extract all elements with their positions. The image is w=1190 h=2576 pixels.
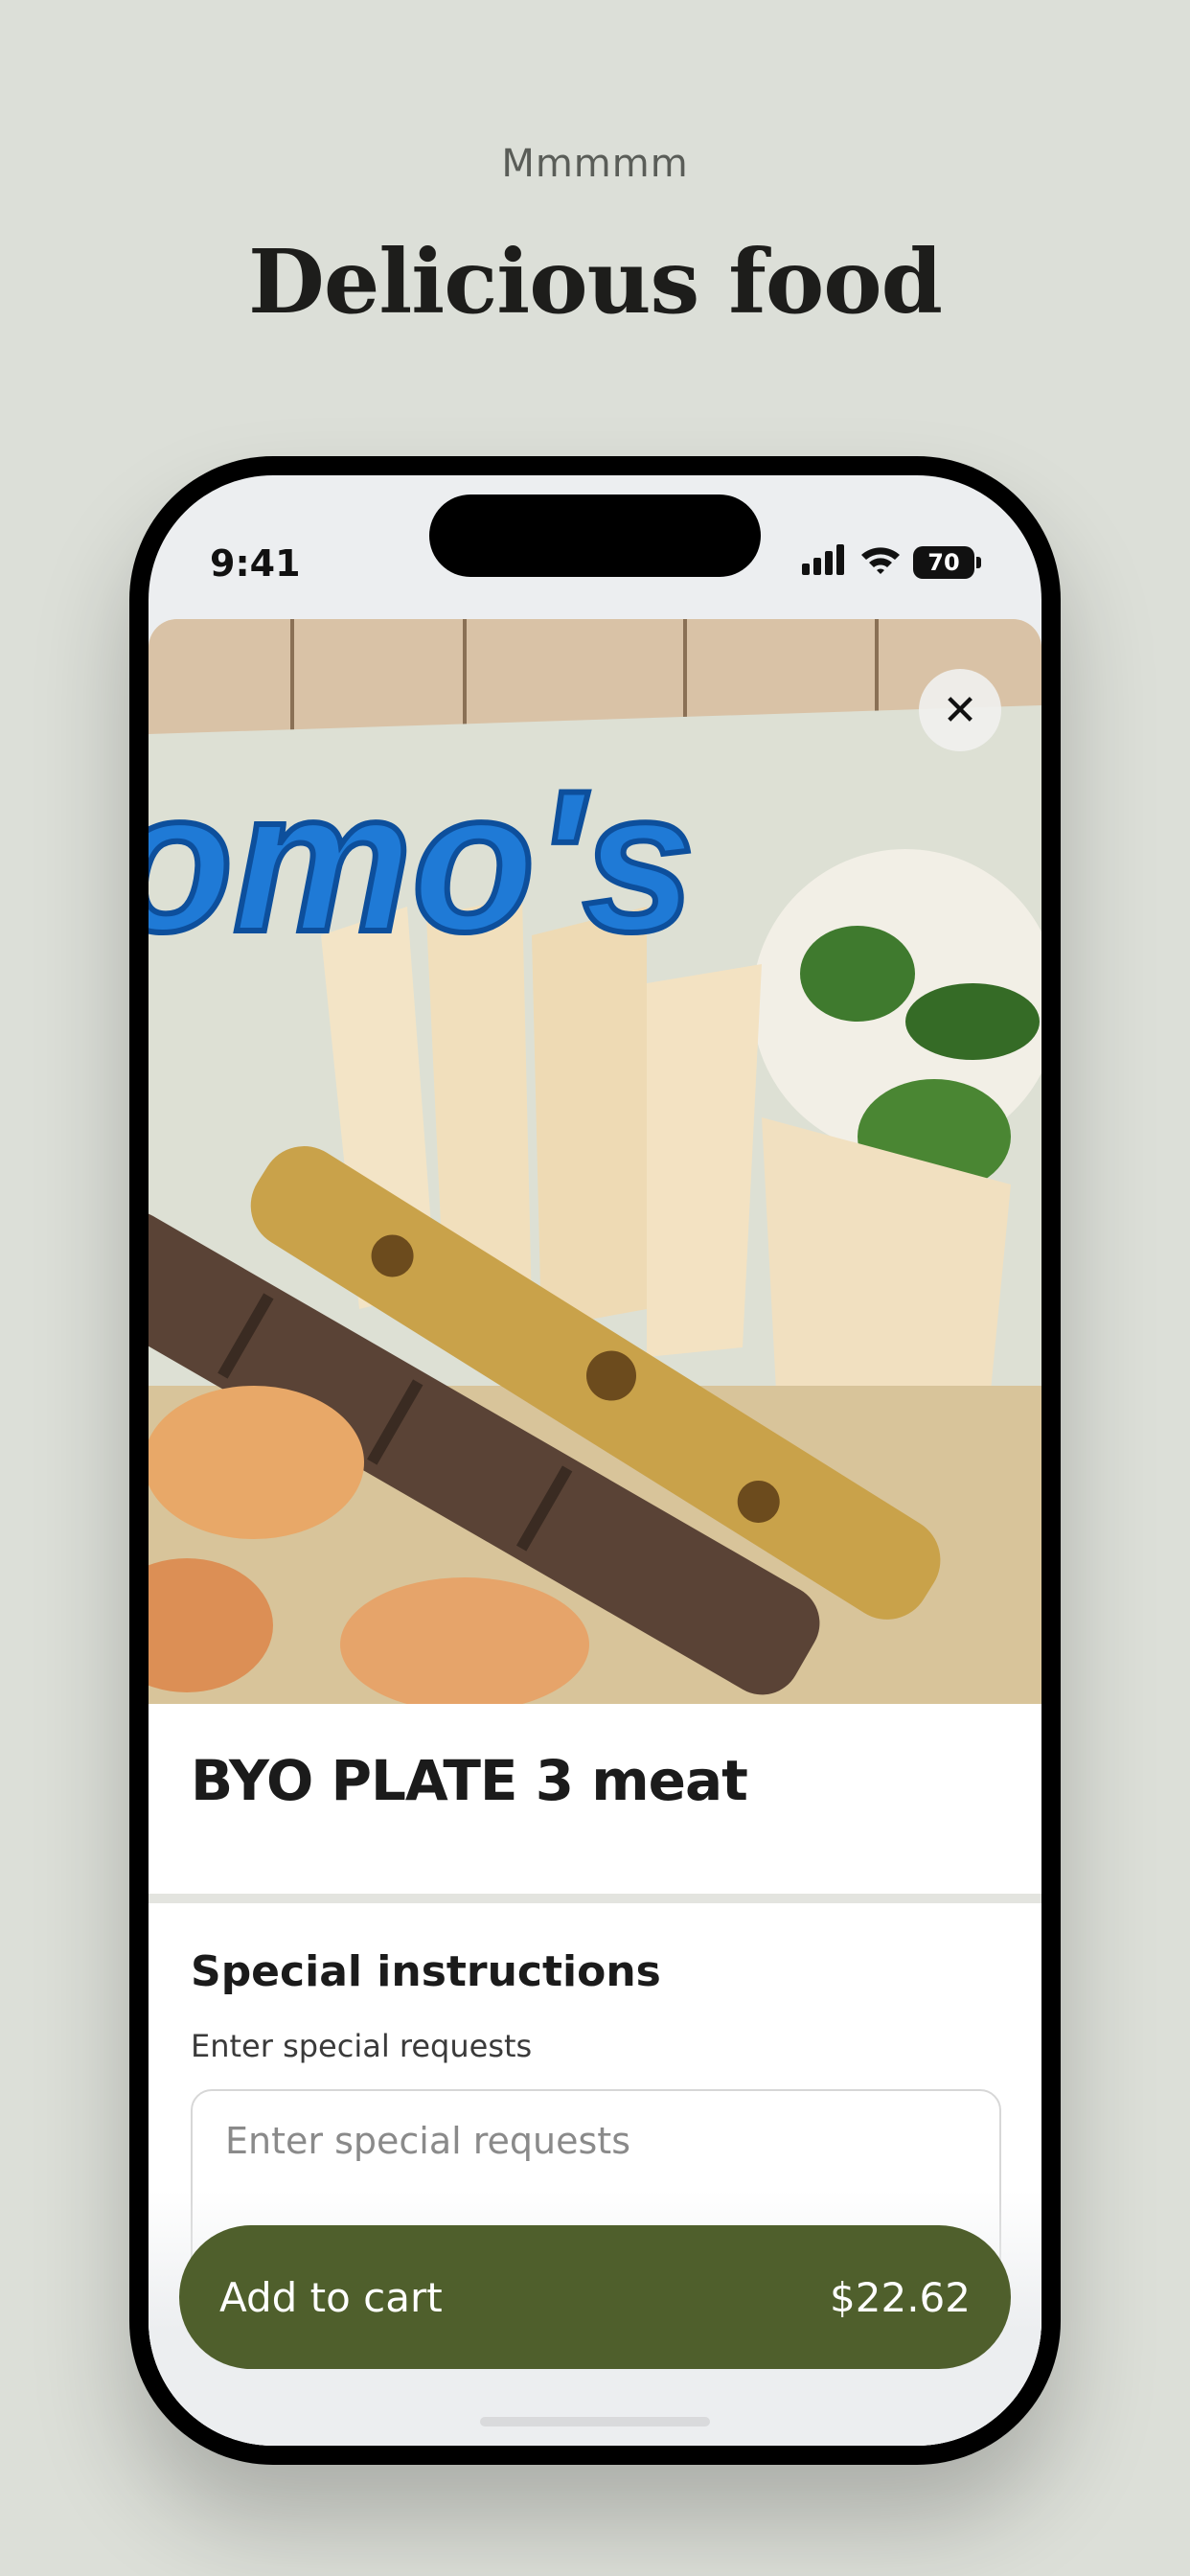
special-instructions-title: Special instructions: [191, 1947, 661, 1996]
item-title: BYO PLATE 3 meat: [191, 1748, 748, 1813]
marketing-eyebrow: Mmmmm: [501, 142, 689, 186]
add-to-cart-label: Add to cart: [219, 2273, 443, 2321]
hero-sign-text: omo's: [149, 748, 695, 974]
item-detail-sheet: omo's ✕ BYO PLATE 3 meat Special instruc…: [149, 619, 1041, 2446]
close-button[interactable]: ✕: [919, 669, 1001, 751]
cellular-signal-icon: [802, 544, 848, 580]
status-bar: 9:41 70: [149, 475, 1041, 619]
add-to-cart-button[interactable]: Add to cart $22.62: [179, 2225, 1011, 2369]
special-instructions-subtitle: Enter special requests: [191, 2028, 533, 2064]
close-icon: ✕: [942, 685, 978, 735]
battery-icon: 70: [913, 545, 981, 579]
phone-screen: 9:41 70 omo's ✕ BYO PLATE 3 meat Special…: [149, 475, 1041, 2446]
phone-frame: 9:41 70 omo's ✕ BYO PLATE 3 meat Special…: [129, 456, 1061, 2465]
item-photo: omo's: [149, 619, 1041, 1704]
dynamic-island: [429, 494, 761, 577]
section-divider: [149, 1894, 1041, 1903]
home-indicator[interactable]: [480, 2417, 710, 2426]
add-to-cart-price: $22.62: [830, 2273, 971, 2321]
status-icons: 70: [802, 544, 981, 580]
status-time: 9:41: [210, 542, 301, 585]
wifi-icon: [859, 544, 902, 580]
marketing-headline: Delicious food: [248, 230, 943, 334]
